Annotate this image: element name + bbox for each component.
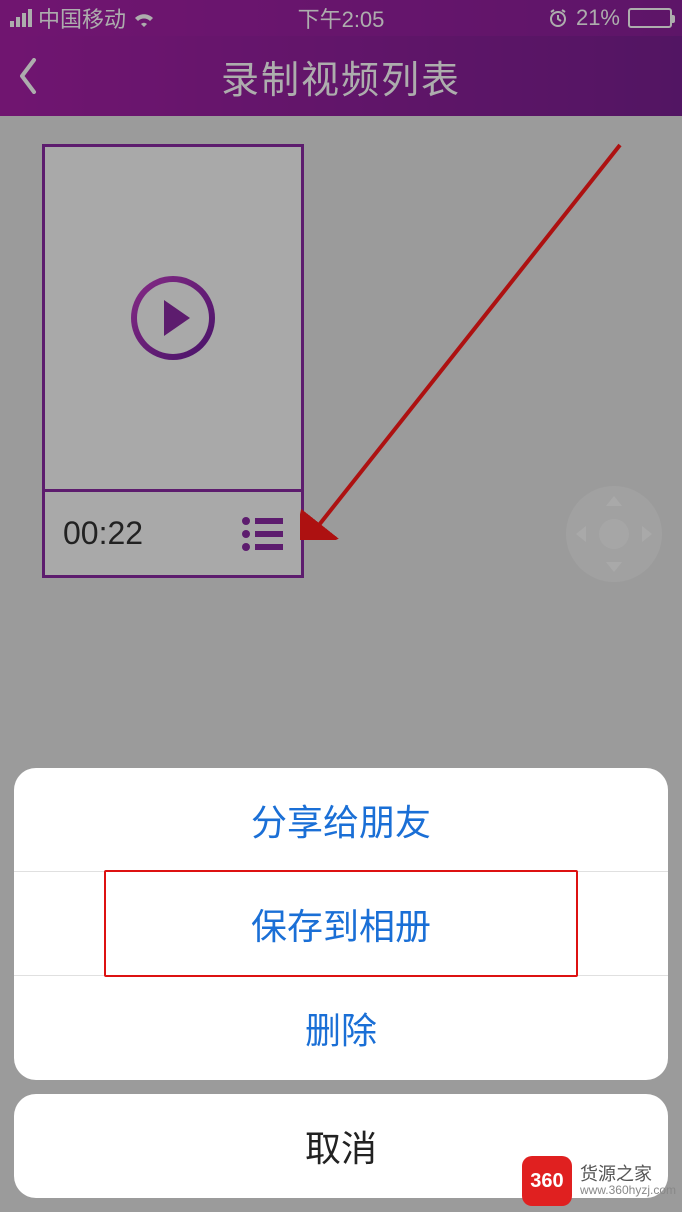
screen: 中国移动 下午2:05 21% 录制视频列表 00:22 — [0, 0, 682, 1212]
action-save[interactable]: 保存到相册 — [14, 872, 668, 976]
watermark-text: 货源之家 www.360hyzj.com — [580, 1165, 676, 1198]
watermark-title: 货源之家 — [580, 1165, 676, 1185]
action-share[interactable]: 分享给朋友 — [14, 768, 668, 872]
watermark: 360 货源之家 www.360hyzj.com — [522, 1156, 676, 1206]
action-save-label: 保存到相册 — [251, 898, 431, 950]
action-sheet-group: 分享给朋友 保存到相册 删除 — [14, 768, 668, 1080]
action-sheet: 分享给朋友 保存到相册 删除 取消 — [14, 768, 668, 1198]
action-share-label: 分享给朋友 — [251, 794, 431, 846]
watermark-url: www.360hyzj.com — [580, 1184, 676, 1197]
action-delete[interactable]: 删除 — [14, 976, 668, 1080]
action-cancel-label: 取消 — [305, 1120, 377, 1172]
action-delete-label: 删除 — [305, 1002, 377, 1054]
watermark-badge: 360 — [522, 1156, 572, 1206]
